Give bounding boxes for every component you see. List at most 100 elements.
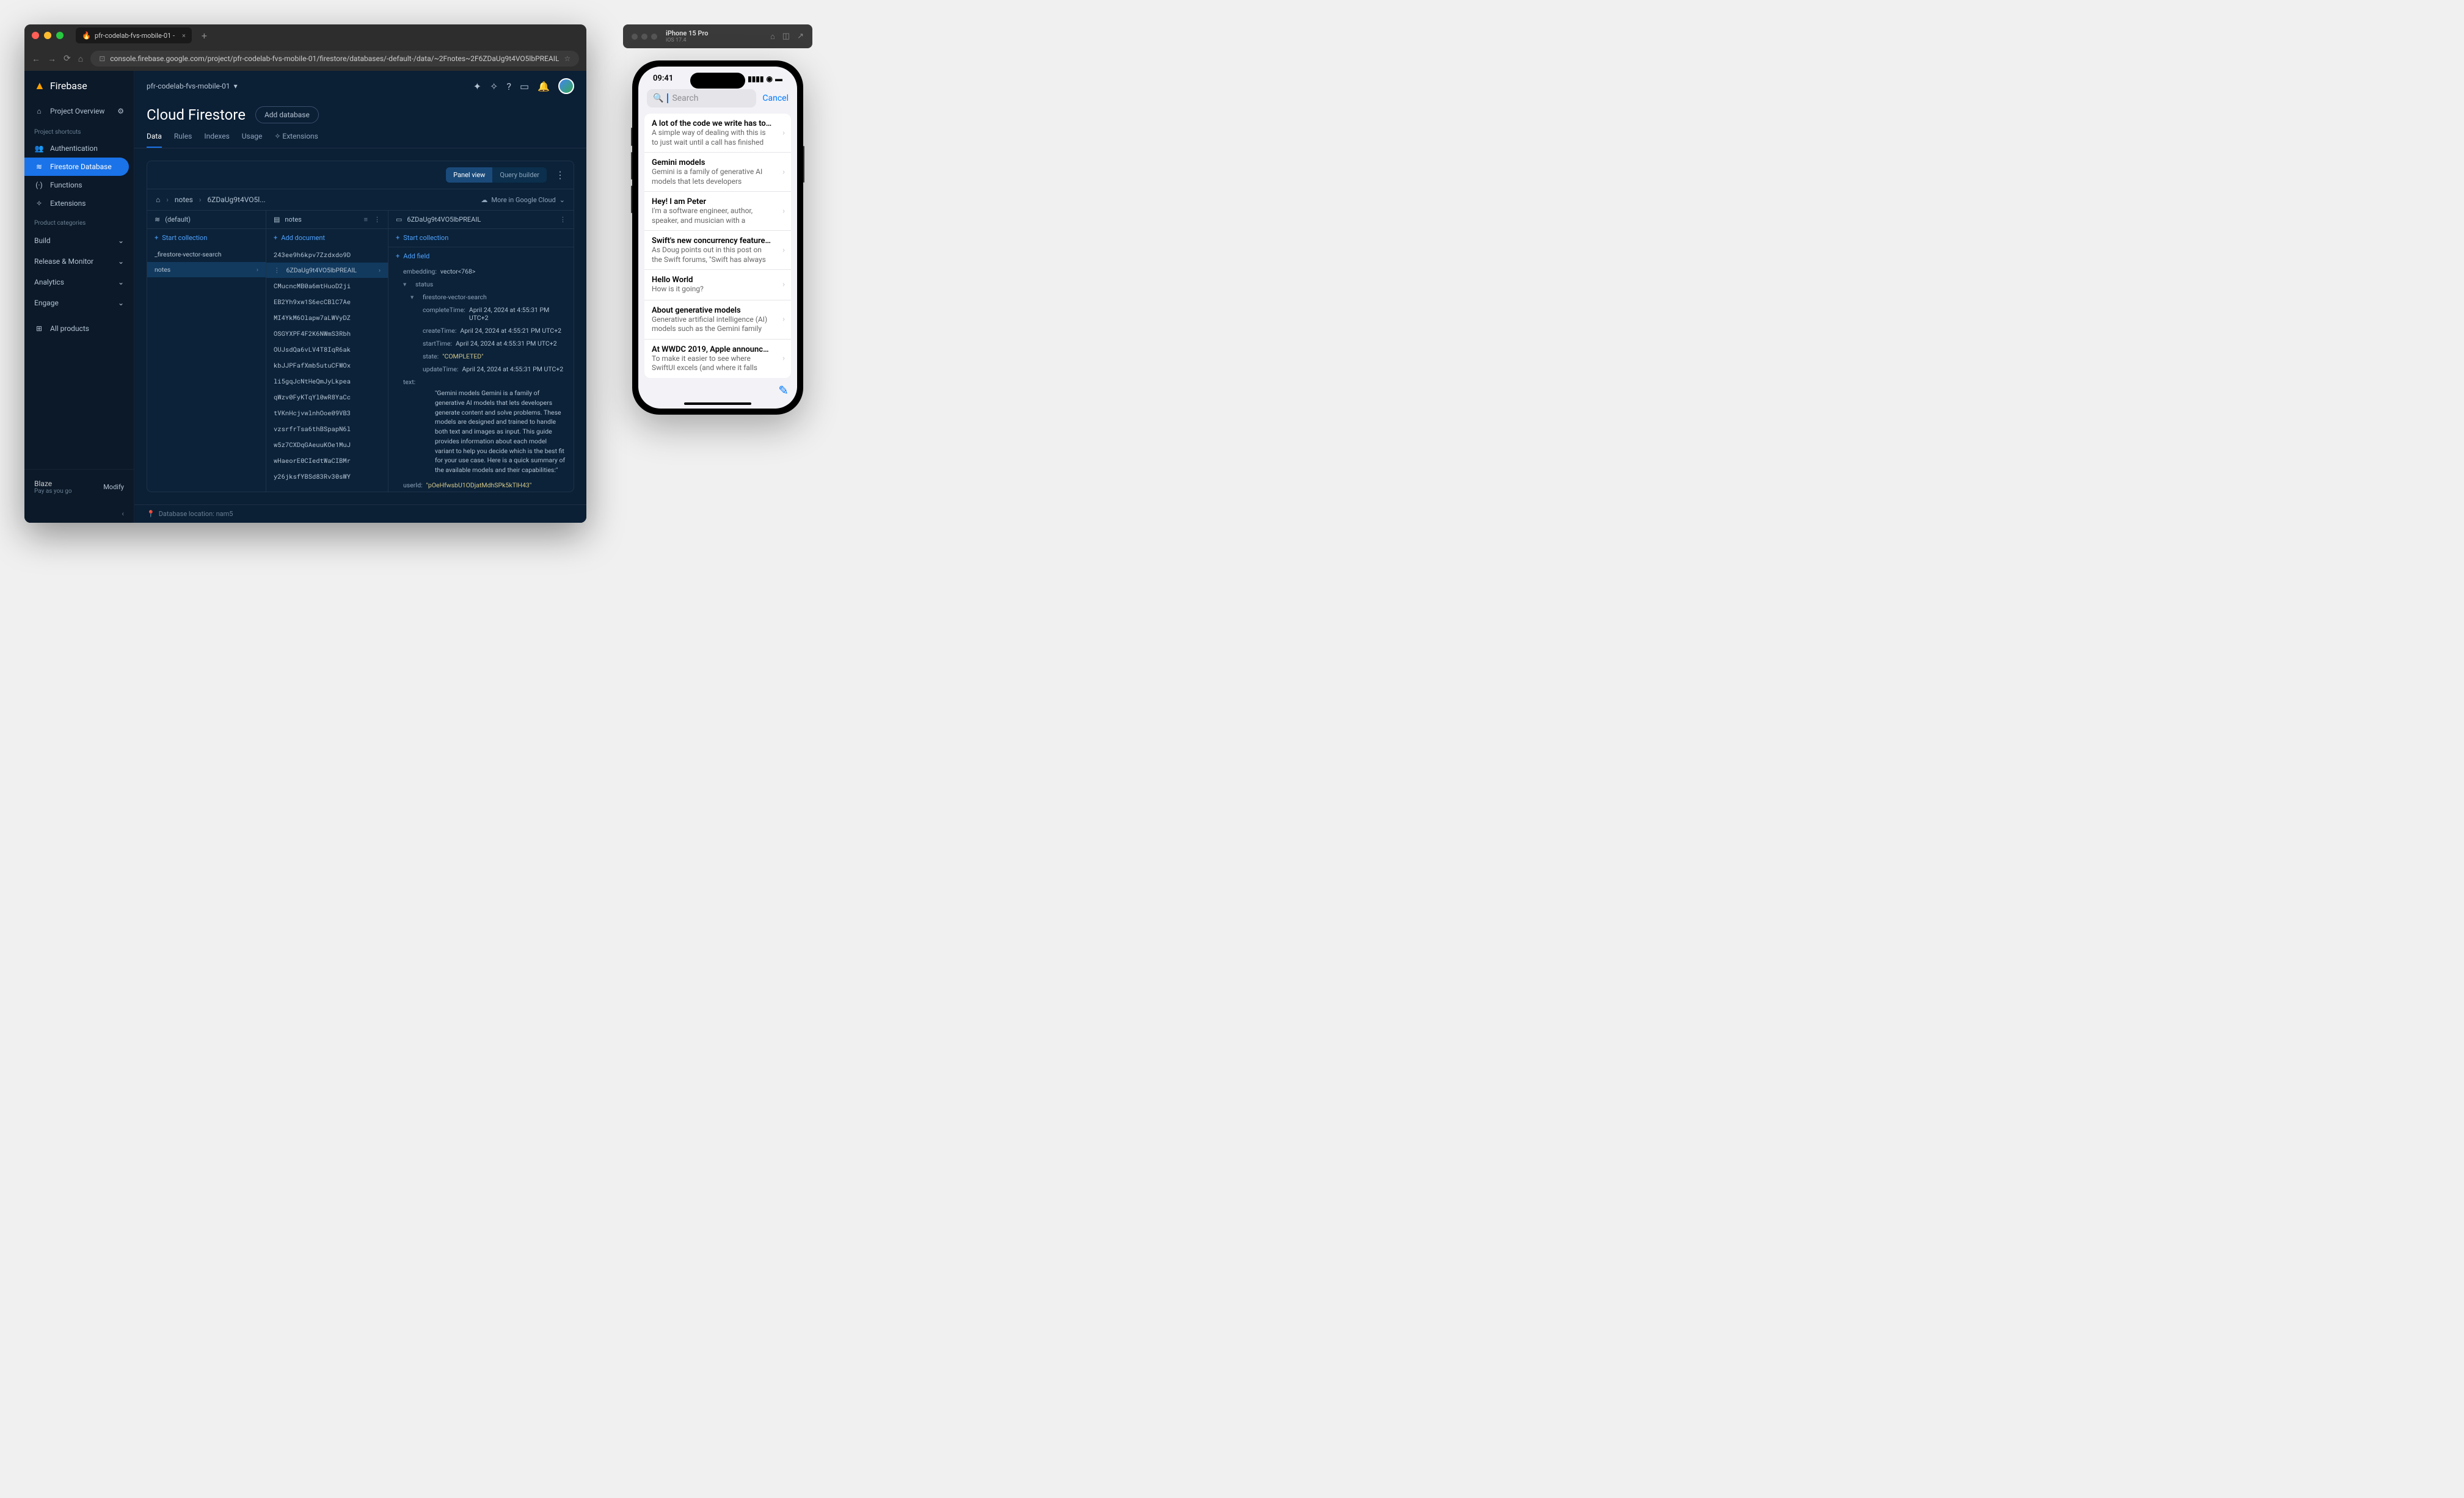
more-icon[interactable]: ⋮ [560,216,566,224]
field-userId[interactable]: userId: "pOeHfwsbU1ODjatMdhSPk5kTlH43" [388,479,574,492]
home-icon[interactable]: ⌂ [770,32,775,42]
document-row[interactable]: MI4YkM6Olapw7aLWVyDZ [266,310,388,325]
category-engage[interactable]: Engage⌄ [24,293,134,313]
category-analytics[interactable]: Analytics⌄ [24,272,134,293]
screenshot-icon[interactable]: ◫ [782,32,790,42]
docs-icon[interactable]: ▭ [520,81,529,92]
star-icon[interactable]: ☆ [564,54,570,63]
document-row[interactable]: wHaeorE0CIedtWaCIBMr [266,453,388,468]
list-item[interactable]: A lot of the code we write has to de…A s… [644,114,791,153]
forward-icon[interactable]: → [48,54,56,64]
document-row[interactable]: OUJsdQa6vLV4T8IqR6ak [266,341,388,357]
list-item[interactable]: Gemini modelsGemini is a family of gener… [644,153,791,192]
more-icon[interactable]: ⋮ [274,266,280,274]
firebase-logo[interactable]: ▲ Firebase [24,71,134,101]
zoom-dot[interactable] [56,32,64,39]
zoom-dot[interactable] [651,34,657,40]
sidebar-item-authentication[interactable]: 👥 Authentication [24,139,134,158]
tab-usage[interactable]: Usage [242,132,263,148]
close-dot[interactable] [32,32,39,39]
close-dot[interactable] [632,34,638,40]
project-selector[interactable]: pfr-codelab-fvs-mobile-01 ▾ [147,82,238,90]
home-icon[interactable]: ⌂ [78,54,83,64]
document-row[interactable]: y26jksfYBSd83Rv30sWY [266,468,388,484]
list-item[interactable]: About generative modelsGenerative artifi… [644,300,791,340]
category-build[interactable]: Build⌄ [24,230,134,251]
document-row[interactable]: 243ee9h6kpv7Zzdxdo9D [266,247,388,263]
more-icon[interactable]: ⋮ [555,169,565,181]
filter-icon[interactable]: ≡ [364,216,368,224]
tab-close-icon[interactable]: × [182,32,186,40]
document-row[interactable]: qWzv0FyKTqYl0wR8YaCc [266,389,388,405]
list-item[interactable]: Hey! I am PeterI'm a software engineer, … [644,192,791,231]
add-document-button[interactable]: + Add document [266,229,388,247]
more-in-cloud-link[interactable]: ☁ More in Google Cloud ⌄ [481,196,565,204]
field-startTime[interactable]: startTime: April 24, 2024 at 4:55:31 PM … [388,337,574,350]
list-item[interactable]: At WWDC 2019, Apple announced…To make it… [644,340,791,378]
tab-rules[interactable]: Rules [174,132,192,148]
notes-list[interactable]: A lot of the code we write has to de…A s… [644,114,791,378]
list-item[interactable]: Swift's new concurrency features…As Doug… [644,231,791,270]
sidebar-item-firestore[interactable]: ≋ Firestore Database [24,158,129,176]
spark-icon-2[interactable]: ✧ [490,81,498,92]
start-collection-button[interactable]: + Start collection [147,229,266,247]
search-input[interactable]: 🔍 Search [647,89,756,107]
collection-row[interactable]: _firestore-vector-search [147,247,266,262]
minimize-dot[interactable] [641,34,647,40]
collapse-sidebar[interactable]: ‹ [24,504,134,523]
document-row[interactable]: w5z7CXDqGAeuuKOe1MuJ [266,437,388,453]
home-indicator[interactable] [684,402,751,405]
field-createTime[interactable]: createTime: April 24, 2024 at 4:55:21 PM… [388,324,574,337]
category-release[interactable]: Release & Monitor⌄ [24,251,134,272]
field-embedding[interactable]: embedding: vector<768> [388,265,574,278]
site-info-icon[interactable]: ⊡ [99,54,105,63]
home-crumb-icon[interactable]: ⌂ [156,195,160,204]
help-icon[interactable]: ? [506,81,511,92]
add-field-button[interactable]: + Add field [388,247,574,265]
field-text[interactable]: text: [388,376,574,388]
sidebar-item-extensions[interactable]: ✧ Extensions [24,194,134,213]
compose-icon[interactable]: ✎ [778,383,789,398]
document-row[interactable]: vzsrfrTsa6thBSpapN6l [266,421,388,437]
field-updateTime[interactable]: updateTime: April 24, 2024 at 4:55:31 PM… [388,363,574,376]
address-bar[interactable]: ⊡ console.firebase.google.com/project/pf… [90,51,579,67]
collection-row[interactable]: notes› [147,262,266,277]
modify-button[interactable]: Modify [103,483,124,491]
new-tab-button[interactable]: + [202,30,207,42]
document-row[interactable]: CMucncMB0a6mtHuoD2ji [266,278,388,294]
document-row[interactable]: kbJJPFafXmb5utuCFWOx [266,357,388,373]
crumb-notes[interactable]: notes [175,195,193,204]
document-row[interactable]: li5gqJcNtHeQmJyLkpea [266,373,388,389]
document-row[interactable]: tVKnHcjvwlnhOoe09VB3 [266,405,388,421]
field-status[interactable]: ▾ status [388,278,574,291]
browser-tab[interactable]: 🔥 pfr-codelab-fvs-mobile-01 - × [76,27,192,43]
reload-icon[interactable]: ⟳ [64,54,71,64]
minimize-dot[interactable] [44,32,51,39]
field-completeTime[interactable]: completeTime: April 24, 2024 at 4:55:31 … [388,304,574,324]
document-row[interactable]: EB2Yh9xw1S6ecCBlC7Ae [266,294,388,310]
rotate-icon[interactable]: ↗ [797,32,804,42]
back-icon[interactable]: ← [32,54,40,64]
field-fvs[interactable]: ▾ firestore-vector-search [388,291,574,304]
more-icon[interactable]: ⋮ [374,216,381,224]
query-builder-button[interactable]: Query builder [492,167,547,183]
tab-extensions[interactable]: ✧ Extensions [274,132,318,148]
bell-icon[interactable]: 🔔 [538,81,550,92]
list-item[interactable]: Hello WorldHow is it going?› [644,270,791,300]
panel-view-button[interactable]: Panel view [446,167,492,183]
document-row[interactable]: OSGYXPF4F2K6NWmS3Rbh [266,325,388,341]
spark-icon[interactable]: ✦ [473,81,481,92]
crumb-doc[interactable]: 6ZDaUg9t4VO5l... [207,195,265,204]
document-row[interactable]: ⋮6ZDaUg9t4VO5lbPREAIL› [266,263,388,278]
cancel-button[interactable]: Cancel [762,93,789,103]
add-database-button[interactable]: Add database [255,106,319,123]
avatar[interactable] [558,78,574,94]
field-state[interactable]: state: "COMPLETED" [388,350,574,363]
tab-data[interactable]: Data [147,132,162,148]
sidebar-item-functions[interactable]: (·) Functions [24,176,134,194]
gear-icon[interactable]: ⚙ [117,107,124,115]
tab-indexes[interactable]: Indexes [204,132,229,148]
project-overview[interactable]: ⌂ Project Overview ⚙ [24,101,134,122]
all-products[interactable]: ⊞ All products [24,319,134,338]
start-collection-button[interactable]: + Start collection [388,229,574,247]
